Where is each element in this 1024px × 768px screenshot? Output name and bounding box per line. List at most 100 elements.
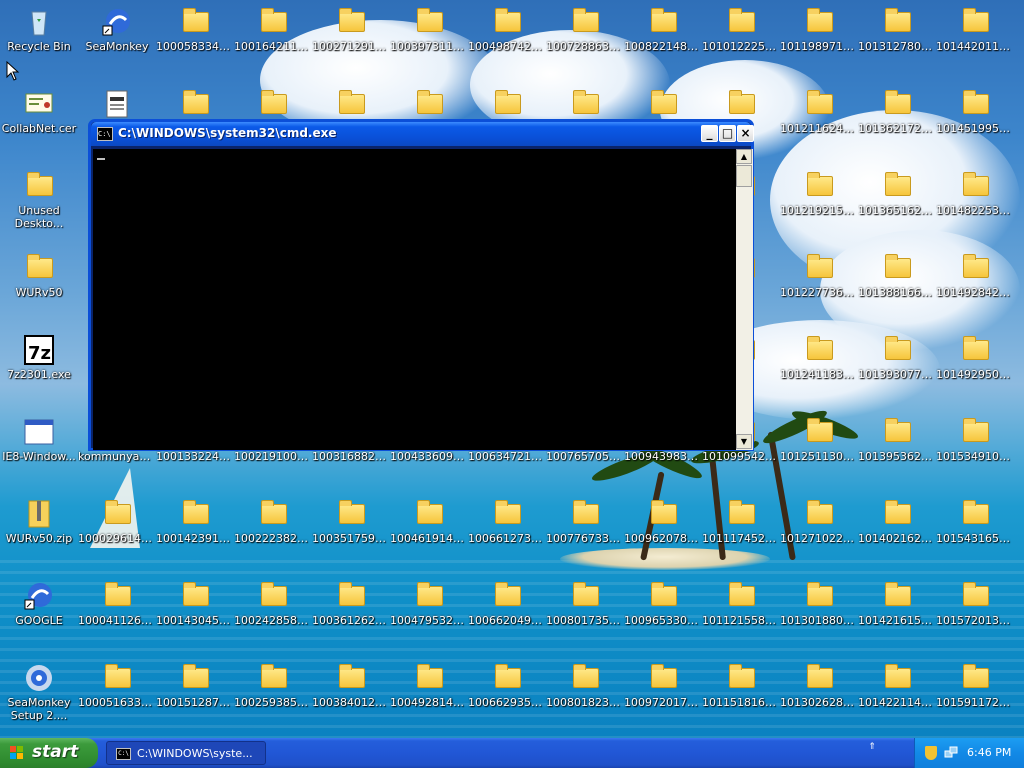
desktop-icon[interactable]: WURv50 — [0, 249, 78, 327]
desktop-icon[interactable]: 1002712919... — [312, 3, 390, 81]
scroll-down-button[interactable]: ▼ — [736, 434, 752, 449]
desktop-icon[interactable]: 1013127801... — [858, 3, 936, 81]
desktop-icon[interactable]: 1012277363... — [780, 249, 858, 327]
desktop-icon[interactable]: 1013018800... — [780, 577, 858, 655]
security-shield-icon[interactable] — [925, 746, 937, 760]
folder-icon — [569, 88, 601, 120]
cmd-window-icon[interactable]: C:\ — [97, 127, 113, 141]
scroll-thumb[interactable] — [736, 165, 752, 187]
desktop-icon[interactable]: 1012411838... — [780, 331, 858, 409]
desktop-icon-label: WURv50 — [15, 286, 63, 299]
desktop-icon[interactable]: 1001423912... — [156, 495, 234, 573]
desktop-icon[interactable]: 1015911723... — [936, 659, 1014, 737]
desktop-icon[interactable]: 1013026287... — [780, 659, 858, 737]
desktop-icon[interactable]: 1015431652... — [936, 495, 1014, 573]
toolbar-collapse-icon[interactable]: ⇑ — [866, 743, 878, 763]
desktop-icon[interactable]: 1009620788... — [624, 495, 702, 573]
console-output[interactable] — [93, 149, 736, 450]
desktop-icon[interactable]: GOOGLE — [0, 577, 78, 655]
desktop-icon[interactable]: 1014929503... — [936, 331, 1014, 409]
close-button[interactable]: × — [737, 125, 754, 142]
vertical-scrollbar[interactable]: ▲ ▼ — [736, 149, 753, 450]
desktop-icon[interactable]: 1013881663... — [858, 249, 936, 327]
desktop-icon[interactable]: 1000583347... — [156, 3, 234, 81]
desktop-icon[interactable]: 1006612730... — [468, 495, 546, 573]
desktop-icon[interactable]: 1010122258... — [702, 3, 780, 81]
desktop-icon[interactable]: 1014021629... — [858, 495, 936, 573]
desktop-icon[interactable]: 1012511300... — [780, 413, 858, 491]
taskbar-button-cmd[interactable]: C:\ C:\WINDOWS\syste... — [106, 741, 266, 765]
desktop-icon[interactable]: 1015349102... — [936, 413, 1014, 491]
desktop-icon[interactable]: 1011989715... — [780, 3, 858, 81]
desktop-icon[interactable]: 1014221141... — [858, 659, 936, 737]
desktop-icon[interactable]: 1002593858... — [234, 659, 312, 737]
desktop-icon[interactable]: 1004928142... — [390, 659, 468, 737]
desktop-icon[interactable]: 1004795321... — [390, 577, 468, 655]
desktop-icon[interactable]: 1008221482... — [624, 3, 702, 81]
desktop-icon-label: 7z2301.exe — [7, 368, 71, 381]
desktop-icon[interactable]: 1013930775... — [858, 331, 936, 409]
desktop-icon[interactable]: 1002223825... — [234, 495, 312, 573]
desktop-icon[interactable]: 1004619145... — [390, 495, 468, 573]
desktop-icon-label: 1012710229... — [780, 532, 858, 545]
desktop-icon[interactable]: 1013651621... — [858, 167, 936, 245]
desktop-icon[interactable]: 1001512872... — [156, 659, 234, 737]
desktop-icon[interactable]: 1000296149... — [78, 495, 156, 573]
maximize-button[interactable]: □ — [719, 125, 736, 142]
tray-clock[interactable]: 6:46 PM — [967, 746, 1011, 759]
desktop-icon[interactable]: 1009720175... — [624, 659, 702, 737]
desktop-icon[interactable]: 1014216153... — [858, 577, 936, 655]
desktop-icon-label: 1007767332... — [546, 532, 624, 545]
desktop-icon[interactable]: 1011174528... — [702, 495, 780, 573]
desktop-icon-label: 1001642111... — [234, 40, 312, 53]
desktop-icon[interactable]: 1006620494... — [468, 577, 546, 655]
desktop-icon[interactable]: 1014519956... — [936, 85, 1014, 163]
desktop-icon[interactable]: 1012116240... — [780, 85, 858, 163]
cmd-titlebar[interactable]: C:\ C:\WINDOWS\system32\cmd.exe _ □ × — [91, 122, 754, 146]
desktop-icon[interactable]: 1006629353... — [468, 659, 546, 737]
folder-icon — [491, 88, 523, 120]
desktop-icon[interactable]: 1007288631... — [546, 3, 624, 81]
desktop-icon[interactable]: 1003612627... — [312, 577, 390, 655]
desktop-icon[interactable]: 1003840129... — [312, 659, 390, 737]
desktop-icon-label: 1014221141... — [858, 696, 936, 709]
desktop-icon[interactable]: 1014420115... — [936, 3, 1014, 81]
desktop-icon[interactable]: 1001430459... — [156, 577, 234, 655]
desktop-icon[interactable]: SeaMonkey Setup 2.... — [0, 659, 78, 737]
desktop-icon[interactable]: Unused Deskto... — [0, 167, 78, 245]
desktop-icon[interactable]: 1011518168... — [702, 659, 780, 737]
desktop-icon[interactable]: 1008018231... — [546, 659, 624, 737]
desktop-icon[interactable]: 1012710229... — [780, 495, 858, 573]
desktop-icon[interactable]: 1007767332... — [546, 495, 624, 573]
folder-icon — [179, 662, 211, 694]
desktop-icon[interactable]: 1003517594... — [312, 495, 390, 573]
desktop-icon[interactable]: WURv50.zip — [0, 495, 78, 573]
desktop-icon[interactable]: 1014822535... — [936, 167, 1014, 245]
desktop-icon[interactable]: 1014928429... — [936, 249, 1014, 327]
desktop-icon[interactable]: 1004987421... — [468, 3, 546, 81]
cmd-window[interactable]: C:\ C:\WINDOWS\system32\cmd.exe _ □ × ▲ … — [88, 119, 754, 451]
desktop-icon[interactable]: 1000411262... — [78, 577, 156, 655]
desktop-icon[interactable]: IE8-Window... — [0, 413, 78, 491]
desktop-icon[interactable]: 1002428584... — [234, 577, 312, 655]
desktop-icon[interactable]: 1009653307... — [624, 577, 702, 655]
desktop-icon[interactable]: 1000516336... — [78, 659, 156, 737]
desktop-icon[interactable]: 1003973110... — [390, 3, 468, 81]
folder-icon — [881, 416, 913, 448]
desktop-icon[interactable]: 1012192153... — [780, 167, 858, 245]
desktop-icon[interactable]: 7z 7z2301.exe — [0, 331, 78, 409]
scroll-up-button[interactable]: ▲ — [736, 149, 752, 164]
folder-icon — [647, 6, 679, 38]
folder-icon — [959, 6, 991, 38]
desktop-icon[interactable]: SeaMonkey — [78, 3, 156, 81]
desktop-icon[interactable]: CollabNet.cer — [0, 85, 78, 163]
minimize-button[interactable]: _ — [701, 125, 718, 142]
desktop-icon[interactable]: 1013953622... — [858, 413, 936, 491]
desktop-icon[interactable]: 1008017357... — [546, 577, 624, 655]
desktop-icon[interactable]: 1011215582... — [702, 577, 780, 655]
network-icon[interactable] — [944, 745, 958, 759]
desktop-icon[interactable]: 1013621725... — [858, 85, 936, 163]
start-button[interactable]: start — [0, 738, 98, 768]
desktop-icon[interactable]: 1015720139... — [936, 577, 1014, 655]
desktop-icon[interactable]: 1001642111... — [234, 3, 312, 81]
